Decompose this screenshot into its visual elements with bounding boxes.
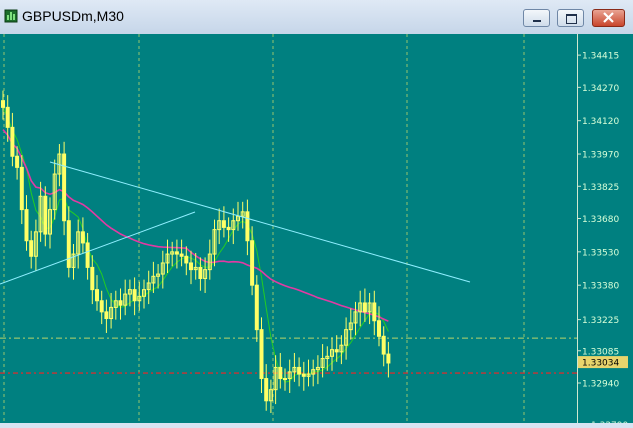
candle-body	[297, 366, 302, 375]
candle-body	[245, 211, 250, 242]
candle-body	[132, 289, 137, 302]
chart-window: GBPUSDm,M30 1.34415 1.34270 1.34120 1.33970…	[0, 0, 633, 428]
candle-body	[62, 153, 67, 222]
candle-body	[99, 300, 104, 313]
price-tick-label: 1.32940	[582, 379, 619, 389]
price-tick-label: 1.33530	[582, 248, 619, 258]
candle-body	[254, 284, 259, 331]
minimize-icon	[533, 20, 541, 22]
price-chart[interactable]: 1.34415 1.34270 1.34120 1.33970 1.33825 1.336…	[0, 34, 633, 428]
candle-body	[362, 302, 367, 313]
price-tick-label: 1.33380	[582, 282, 619, 292]
candle-body	[372, 302, 377, 322]
candle-body	[118, 300, 123, 306]
candle-body	[90, 266, 95, 291]
candle-body	[95, 289, 99, 302]
restore-icon	[566, 14, 577, 24]
chart-canvas[interactable]: 1.34415 1.34270 1.34120 1.33970 1.33825 1.336…	[0, 34, 633, 428]
price-tick-label: 1.33825	[582, 183, 619, 193]
candle-body	[377, 320, 381, 337]
candle-body	[283, 378, 287, 381]
price-axis: 1.34415 1.34270 1.34120 1.33970 1.33825 1.336…	[577, 34, 628, 428]
price-tick-label: 1.34270	[582, 84, 619, 94]
candle-body	[250, 240, 255, 286]
candle-body	[5, 106, 10, 128]
price-tick-label: 1.33225	[582, 316, 619, 326]
grid	[3, 34, 525, 423]
candle-body	[1, 100, 5, 108]
price-tick-label: 1.34120	[582, 117, 619, 127]
candle-body	[104, 311, 109, 320]
candle-body	[264, 378, 269, 402]
price-tick-label: 1.33970	[582, 151, 619, 161]
candle-body	[226, 226, 231, 231]
candle-body	[19, 166, 24, 211]
candle-body	[334, 349, 339, 353]
candle-body	[24, 209, 29, 242]
candle-body	[278, 366, 283, 380]
window-title: GBPUSDm,M30	[22, 8, 124, 24]
candle-body	[29, 240, 34, 257]
candle-body	[66, 220, 71, 268]
candle-body	[15, 155, 20, 168]
candles	[1, 90, 391, 413]
restore-button[interactable]	[557, 9, 584, 27]
candle-body	[198, 266, 203, 280]
current-price-label: 1.33034	[582, 359, 619, 369]
candle-body	[386, 353, 391, 364]
candle-body	[259, 329, 264, 380]
candle-body	[43, 195, 48, 235]
minimize-button[interactable]	[523, 9, 550, 27]
candle-body	[189, 262, 193, 271]
price-tick-label: 1.33085	[582, 347, 619, 357]
candle-body	[10, 126, 15, 157]
candle-body	[85, 242, 90, 268]
price-tick-label: 1.33680	[582, 215, 619, 225]
candle-body	[174, 251, 179, 255]
candle-body	[221, 220, 226, 228]
close-icon	[603, 12, 614, 23]
candle-body	[301, 373, 306, 377]
price-tick-label: 1.34415	[582, 52, 619, 62]
candle-body	[184, 255, 189, 264]
close-button[interactable]	[592, 9, 625, 27]
candle-body	[179, 253, 184, 257]
ma-fast-line	[2, 107, 389, 383]
chart-window-icon	[4, 9, 18, 23]
title-bar[interactable]: GBPUSDm,M30	[0, 0, 633, 35]
candle-body	[80, 231, 85, 244]
candle-body	[381, 335, 386, 355]
